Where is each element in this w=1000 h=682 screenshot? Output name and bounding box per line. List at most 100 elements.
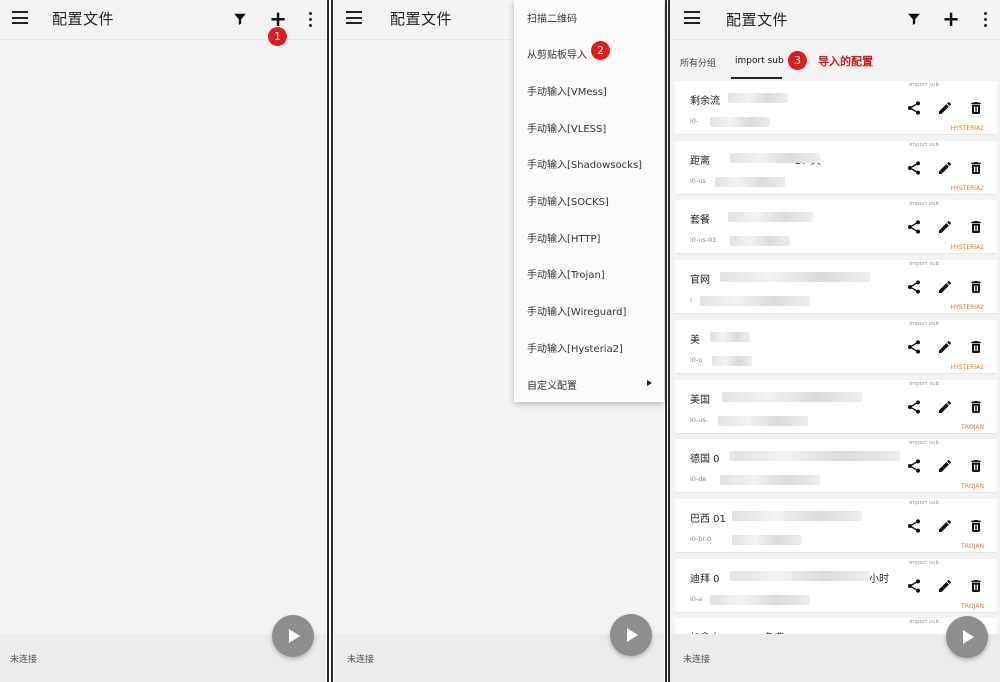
menu-item-import-clipboard[interactable]: 从剪贴板导入: [527, 46, 587, 61]
connect-button[interactable]: [946, 616, 988, 658]
trash-icon[interactable]: [968, 339, 984, 355]
protocol-badge: HYSTERIA2: [950, 363, 984, 371]
share-icon[interactable]: [906, 339, 922, 355]
pencil-icon[interactable]: [937, 279, 953, 295]
profile-name: 美国: [690, 394, 710, 406]
profile-card[interactable]: import sub 迪拜 0 小时 i0-a TROJAN: [675, 558, 997, 612]
profile-address: i0-: [690, 117, 699, 125]
hamburger-icon[interactable]: [684, 11, 700, 24]
profile-card[interactable]: import sub距离27 天i0-usHYSTERIA2: [675, 140, 997, 194]
step-marker-1: 1: [268, 27, 287, 46]
profile-actions: [906, 279, 986, 295]
pencil-icon[interactable]: [937, 399, 953, 415]
more-vertical-icon[interactable]: [299, 8, 321, 30]
step-marker-3: 3: [788, 51, 807, 70]
tab-import-sub[interactable]: import sub: [735, 56, 784, 66]
connect-button[interactable]: [610, 614, 652, 656]
protocol-badge: TROJAN: [961, 423, 984, 431]
menu-item-trojan[interactable]: 手动输入[Trojan]: [527, 266, 605, 281]
trash-icon[interactable]: [968, 458, 984, 474]
play-icon: [627, 628, 638, 642]
panel-divider: [665, 0, 667, 682]
trash-icon[interactable]: [968, 100, 984, 116]
trash-icon[interactable]: [968, 578, 984, 594]
page-title: 配置文件: [390, 10, 453, 28]
hamburger-icon[interactable]: [346, 11, 362, 24]
profile-actions: [906, 100, 986, 116]
profile-card[interactable]: import sub 官网 i HYSTERIA2: [675, 260, 997, 314]
menu-item-scan-qr[interactable]: 扫描二维码: [527, 10, 577, 25]
redacted-text: [730, 236, 790, 247]
menu-item-http[interactable]: 手动输入[HTTP]: [527, 230, 600, 245]
trash-icon[interactable]: [968, 399, 984, 415]
profile-address: i0-us-: [690, 415, 709, 424]
empty-profiles-screen: 配置文件 + 1 未连接: [0, 0, 326, 682]
pencil-icon[interactable]: [937, 160, 953, 176]
trash-icon[interactable]: [968, 279, 984, 295]
step-marker-2: 2: [591, 41, 610, 60]
profile-card[interactable]: import sub 剩余流 i0- HYSTERIA2: [675, 81, 997, 134]
protocol-badge: HYSTERIA2: [950, 125, 984, 132]
share-icon[interactable]: [906, 219, 922, 235]
panel-divider: [331, 0, 333, 682]
share-icon[interactable]: [906, 279, 922, 295]
profile-group-label: import sub: [909, 320, 939, 327]
profile-address: i0-br-0: [690, 534, 712, 543]
menu-item-hysteria2[interactable]: 手动输入[Hysteria2]: [527, 340, 623, 355]
pencil-icon[interactable]: [937, 219, 953, 235]
share-icon[interactable]: [906, 578, 922, 594]
share-icon[interactable]: [906, 100, 922, 116]
pencil-icon[interactable]: [937, 100, 953, 116]
redacted-text: [732, 534, 802, 545]
profile-actions: [906, 518, 986, 534]
trash-icon[interactable]: [968, 518, 984, 534]
pencil-icon[interactable]: [937, 518, 953, 534]
menu-item-custom-config[interactable]: 自定义配置: [527, 377, 577, 392]
share-icon[interactable]: [906, 458, 922, 474]
share-icon[interactable]: [906, 518, 922, 534]
profile-group-label: import sub: [909, 380, 939, 387]
connection-status: 未连接: [10, 655, 38, 665]
pencil-icon[interactable]: [937, 339, 953, 355]
menu-item-socks[interactable]: 手动输入[SOCKS]: [527, 193, 609, 208]
share-icon[interactable]: [906, 160, 922, 176]
protocol-badge: HYSTERIA2: [950, 184, 984, 192]
chevron-right-icon: [647, 380, 652, 386]
more-vertical-icon[interactable]: [974, 8, 996, 30]
redacted-text: [730, 152, 820, 163]
tab-all-groups[interactable]: 所有分组: [680, 56, 716, 69]
filter-icon[interactable]: [229, 8, 251, 30]
profile-actions: [906, 339, 986, 355]
filter-icon[interactable]: [903, 8, 925, 30]
menu-item-vmess[interactable]: 手动输入[VMess]: [527, 83, 607, 98]
profile-group-label: import sub: [909, 201, 939, 208]
redacted-text: [730, 570, 870, 581]
menu-item-vless[interactable]: 手动输入[VLESS]: [527, 120, 606, 135]
page-title: 配置文件: [726, 11, 789, 29]
profile-name: 德国 0: [690, 454, 720, 466]
profile-name: 巴西 01: [690, 513, 726, 525]
profile-address: i0-de: [690, 475, 707, 484]
profile-actions: [906, 399, 986, 415]
profile-address: i0-a: [690, 594, 703, 603]
plus-icon[interactable]: +: [940, 8, 962, 30]
pencil-icon[interactable]: [937, 578, 953, 594]
connect-button[interactable]: [272, 615, 314, 657]
profile-group-label: import sub: [909, 619, 939, 626]
menu-item-shadowsocks[interactable]: 手动输入[Shadowsocks]: [527, 156, 642, 171]
profile-card[interactable]: import sub 美 i0-u HYSTERIA2: [675, 319, 997, 373]
profile-card[interactable]: import sub 巴西 01 i0-br-0 TROJAN: [675, 498, 997, 552]
trash-icon[interactable]: [968, 219, 984, 235]
profile-address: i0-us-01: [690, 236, 717, 245]
profile-actions: [906, 160, 986, 176]
menu-item-wireguard[interactable]: 手动输入[Wireguard]: [527, 303, 626, 318]
profile-card[interactable]: import sub 套餐 i0-us-01 HYSTERIA2: [675, 200, 997, 254]
share-icon[interactable]: [906, 399, 922, 415]
trash-icon[interactable]: [968, 160, 984, 176]
redacted-text: [710, 331, 750, 342]
hamburger-icon[interactable]: [12, 11, 28, 24]
pencil-icon[interactable]: [937, 458, 953, 474]
redacted-text: [715, 176, 785, 187]
profile-card[interactable]: import sub 德国 0 i0-de TROJAN: [675, 439, 997, 493]
profile-card[interactable]: import sub 美国 i0-us- TROJAN: [675, 379, 997, 433]
